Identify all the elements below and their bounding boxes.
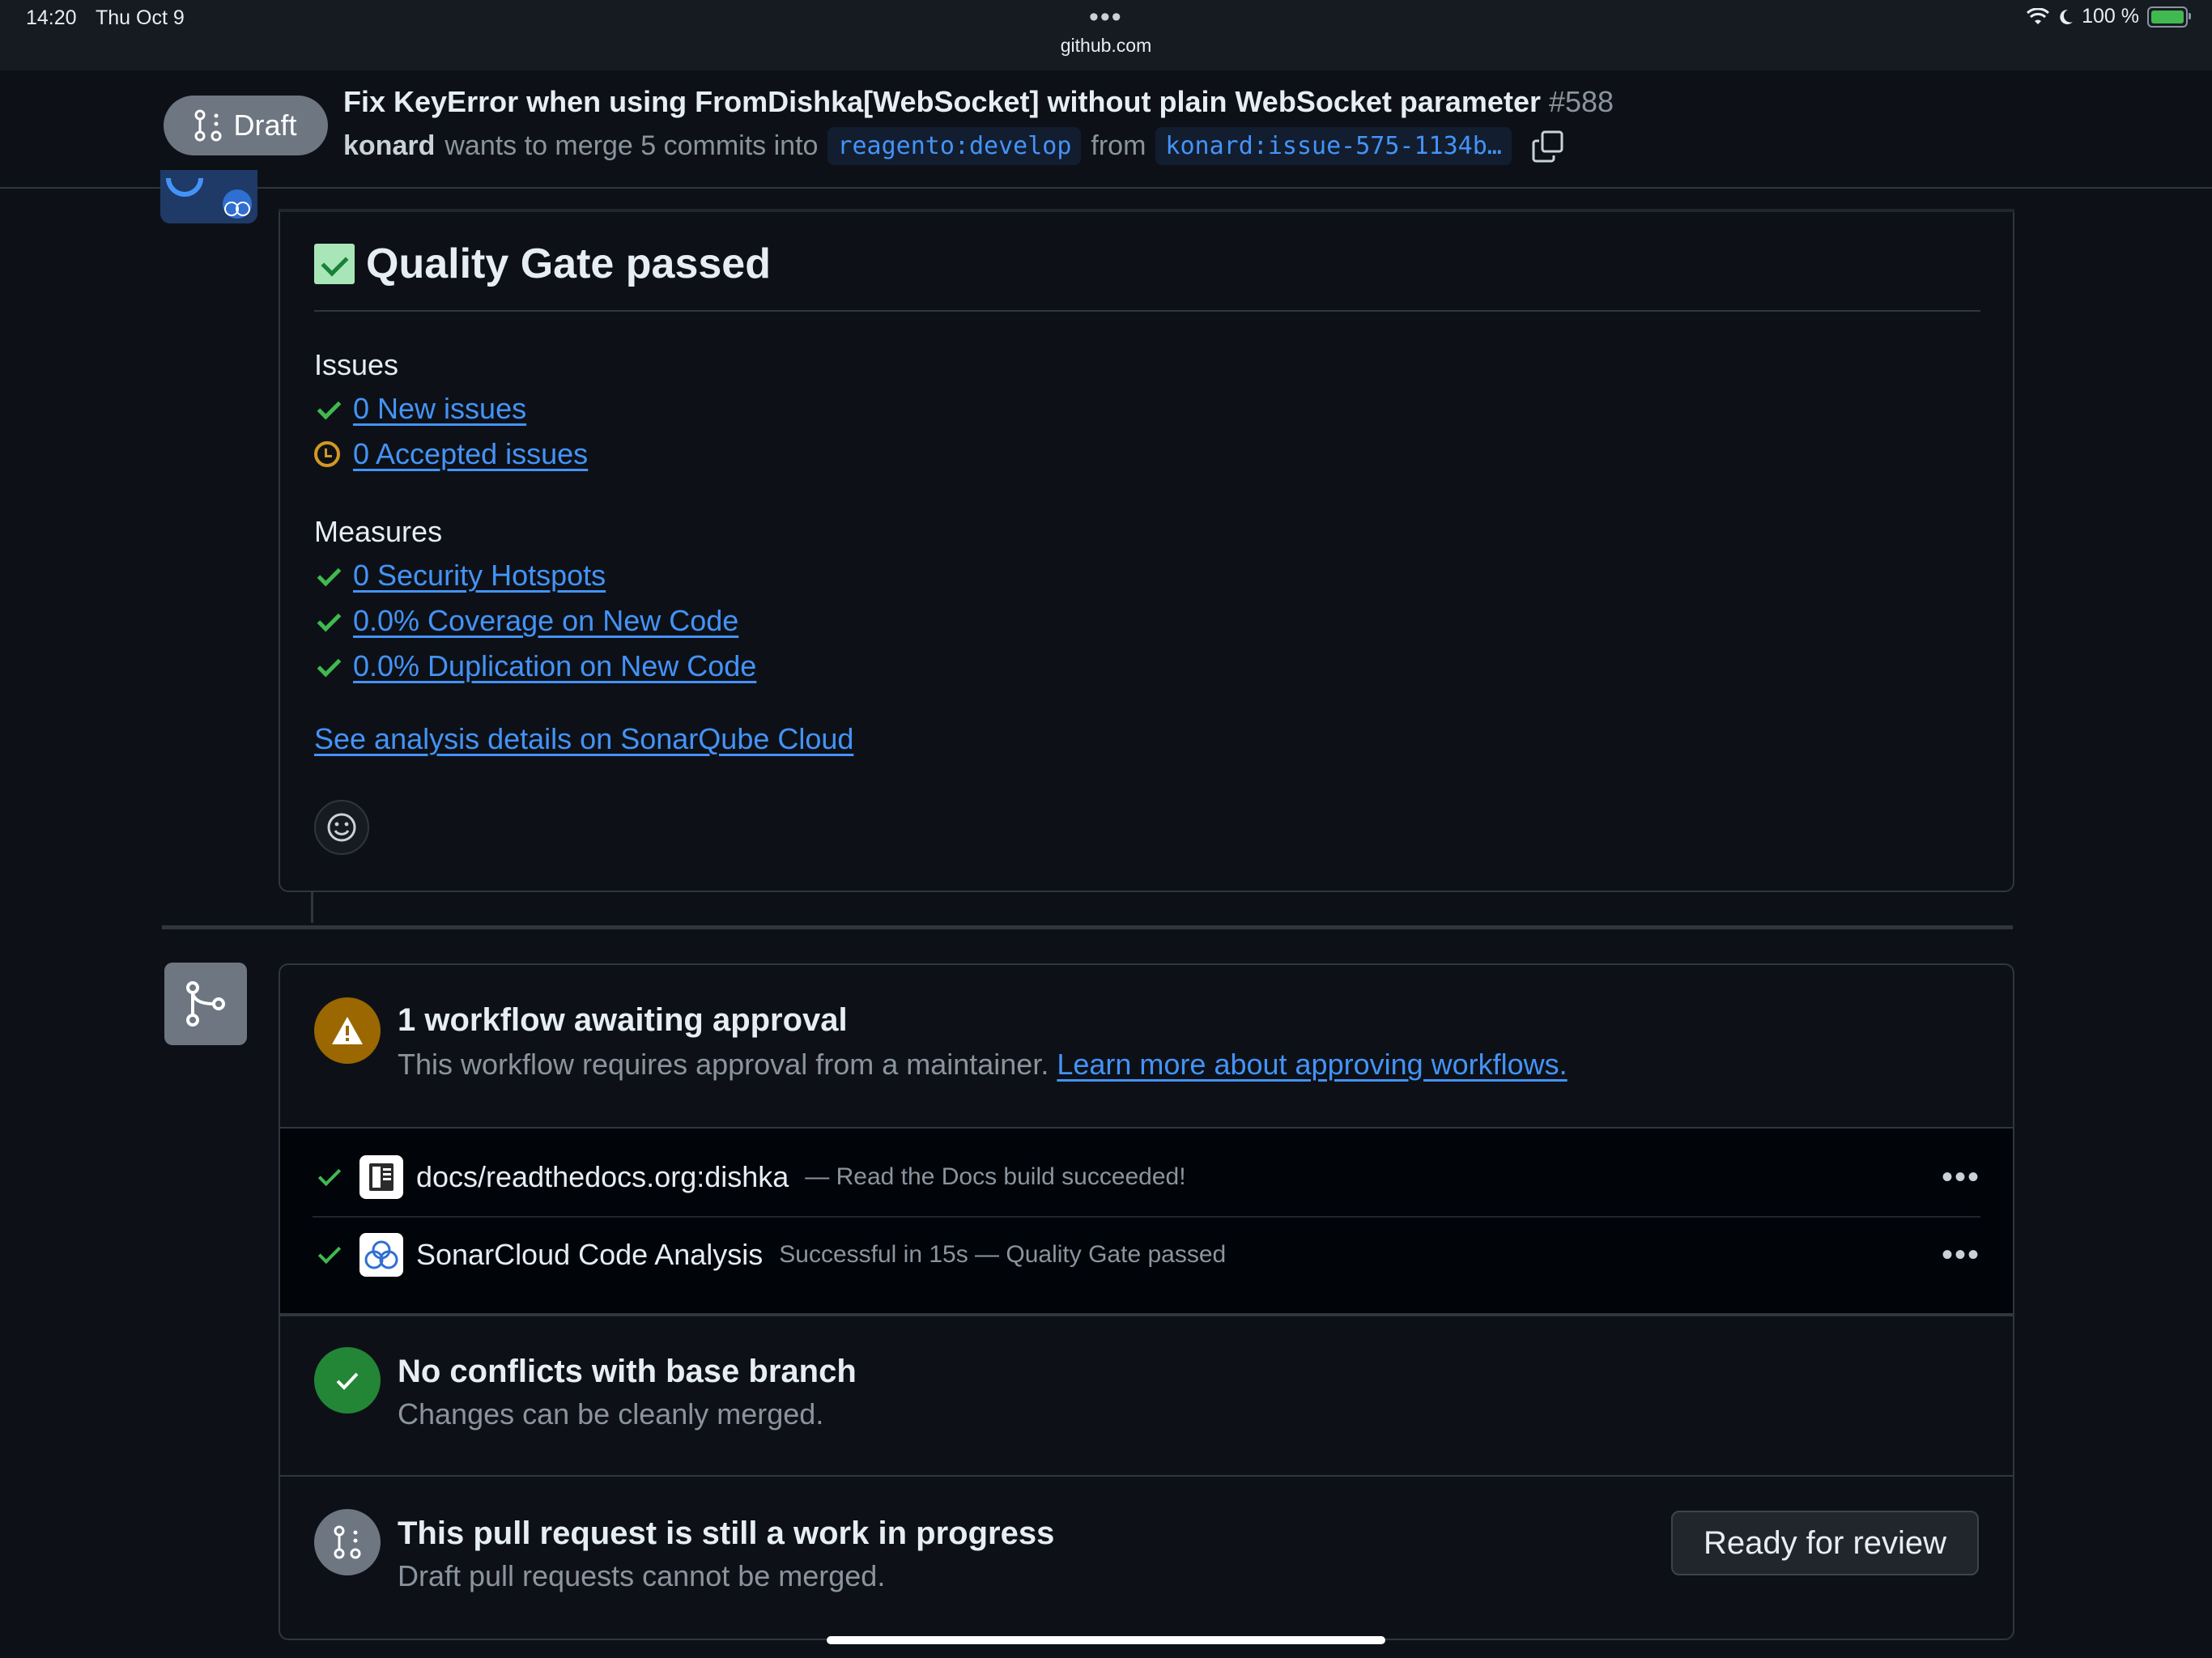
security-hotspots-row: 0 Security Hotspots: [314, 559, 606, 593]
status-indicators: 100 %: [2027, 5, 2191, 28]
duplication-row: 0.0% Duplication on New Code: [314, 649, 756, 683]
approving-workflows-link[interactable]: Learn more about approving workflows.: [1057, 1048, 1567, 1081]
wifi-icon: [2027, 7, 2050, 24]
check-icon: [314, 562, 342, 589]
wip-desc: Draft pull requests cannot be merged.: [398, 1559, 886, 1592]
check-passed-icon: [313, 1161, 345, 1193]
workflow-approval-text: This workflow requires approval from a m…: [398, 1048, 1049, 1081]
duplication-link[interactable]: 0.0% Duplication on New Code: [353, 649, 756, 683]
git-pull-request-draft-icon: [194, 109, 222, 142]
draft-circle: [314, 1509, 381, 1575]
coverage-link[interactable]: 0.0% Coverage on New Code: [353, 604, 738, 638]
no-conflicts-title: No conflicts with base branch: [398, 1354, 857, 1389]
quality-gate-passed-icon: [314, 244, 355, 284]
check-passed-icon: [313, 1239, 345, 1271]
copy-icon[interactable]: [1531, 130, 1565, 164]
more-options-icon[interactable]: •••: [1942, 1237, 1980, 1273]
check-icon: [336, 1372, 359, 1390]
pr-merge-info: konard wants to merge 5 commits into rea…: [343, 127, 1565, 165]
sonarcloud-icon: [359, 1233, 403, 1277]
check-description: — Read the Docs build succeeded!: [805, 1163, 1186, 1190]
alert-icon: [332, 1017, 363, 1044]
battery-icon: [2147, 6, 2191, 28]
section-divider: [280, 1313, 2013, 1315]
coverage-row: 0.0% Coverage on New Code: [314, 604, 738, 638]
draft-status-badge: Draft: [164, 96, 328, 155]
status-bar: 14:20 Thu Oct 9 ••• github.com 100 %: [0, 0, 2212, 70]
checks-list: docs/readthedocs.org:dishka — Read the D…: [280, 1127, 2013, 1316]
head-branch[interactable]: konard:issue-575-1134b…: [1155, 127, 1512, 165]
home-indicator[interactable]: [827, 1636, 1385, 1644]
workflow-approval-desc: This workflow requires approval from a m…: [398, 1048, 1568, 1082]
check-row[interactable]: docs/readthedocs.org:dishka — Read the D…: [313, 1140, 1980, 1214]
heading-divider: [314, 310, 1980, 312]
analysis-details-link[interactable]: See analysis details on SonarQube Cloud: [314, 722, 853, 756]
moon-icon: [2060, 9, 2074, 24]
battery-percent: 100 %: [2082, 5, 2139, 28]
ready-for-review-button[interactable]: Ready for review: [1671, 1511, 1979, 1575]
merge-from-text: from: [1091, 130, 1146, 161]
check-icon: [314, 607, 342, 635]
issues-heading: Issues: [314, 348, 399, 381]
check-name[interactable]: SonarCloud Code Analysis: [416, 1238, 763, 1272]
address-url[interactable]: github.com: [0, 35, 2212, 57]
pr-title-text: Fix KeyError when using FromDishka[WebSo…: [343, 85, 1541, 118]
sonarcloud-avatar[interactable]: [160, 170, 257, 223]
timeline-line: [311, 891, 313, 923]
quality-gate-heading: Quality Gate passed: [314, 240, 771, 288]
measures-heading: Measures: [314, 515, 443, 548]
new-issues-link[interactable]: 0 New issues: [353, 392, 526, 426]
git-pull-request-draft-icon: [334, 1525, 361, 1559]
timeline-divider: [162, 925, 2013, 929]
git-merge-icon: [186, 981, 225, 1027]
warning-circle: [314, 997, 381, 1064]
check-row[interactable]: SonarCloud Code Analysis Successful in 1…: [313, 1216, 1980, 1292]
workflow-approval-section: 1 workflow awaiting approval This workfl…: [280, 965, 2013, 1127]
check-description: Successful in 15s — Quality Gate passed: [779, 1241, 1227, 1268]
readthedocs-icon: [359, 1155, 403, 1199]
check-name[interactable]: docs/readthedocs.org:dishka: [416, 1160, 789, 1194]
quality-gate-title: Quality Gate passed: [366, 240, 771, 287]
pr-author-link[interactable]: konard: [343, 130, 435, 162]
status-time: 14:20: [26, 6, 77, 29]
merge-text: wants to merge 5 commits into: [445, 130, 819, 161]
multitasking-dots-icon[interactable]: •••: [1089, 2, 1123, 33]
pr-title: Fix KeyError when using FromDishka[WebSo…: [343, 85, 1614, 119]
status-date: Thu Oct 9: [96, 6, 185, 29]
sonarcloud-logo-icon: [166, 177, 252, 219]
smiley-icon: [327, 813, 356, 842]
base-branch[interactable]: reagento:develop: [827, 127, 1082, 165]
no-conflicts-section: No conflicts with base branch Changes ca…: [280, 1313, 2013, 1475]
success-circle: [314, 1347, 381, 1414]
new-issues-row: 0 New issues: [314, 392, 526, 426]
draft-label: Draft: [233, 108, 297, 142]
security-hotspots-link[interactable]: 0 Security Hotspots: [353, 559, 606, 593]
check-icon: [314, 395, 342, 423]
accepted-issues-link[interactable]: 0 Accepted issues: [353, 437, 588, 471]
pr-number: #588: [1548, 85, 1614, 118]
workflow-approval-title: 1 workflow awaiting approval: [398, 1002, 848, 1038]
accepted-issues-row: 0 Accepted issues: [314, 437, 588, 471]
no-conflicts-desc: Changes can be cleanly merged.: [398, 1397, 824, 1431]
alarm-clock-icon: [314, 441, 340, 467]
work-in-progress-section: This pull request is still a work in pro…: [280, 1475, 2013, 1639]
merge-box: 1 workflow awaiting approval This workfl…: [279, 963, 2014, 1640]
merge-status-icon-box: [164, 963, 247, 1045]
add-reaction-button[interactable]: [314, 800, 369, 855]
check-icon: [314, 653, 342, 680]
wip-title: This pull request is still a work in pro…: [398, 1516, 1055, 1551]
more-options-icon[interactable]: •••: [1942, 1159, 1980, 1196]
quality-gate-comment: Quality Gate passed Issues 0 New issues …: [279, 209, 2014, 892]
pr-sticky-header: Draft Fix KeyError when using FromDishka…: [0, 70, 2212, 189]
